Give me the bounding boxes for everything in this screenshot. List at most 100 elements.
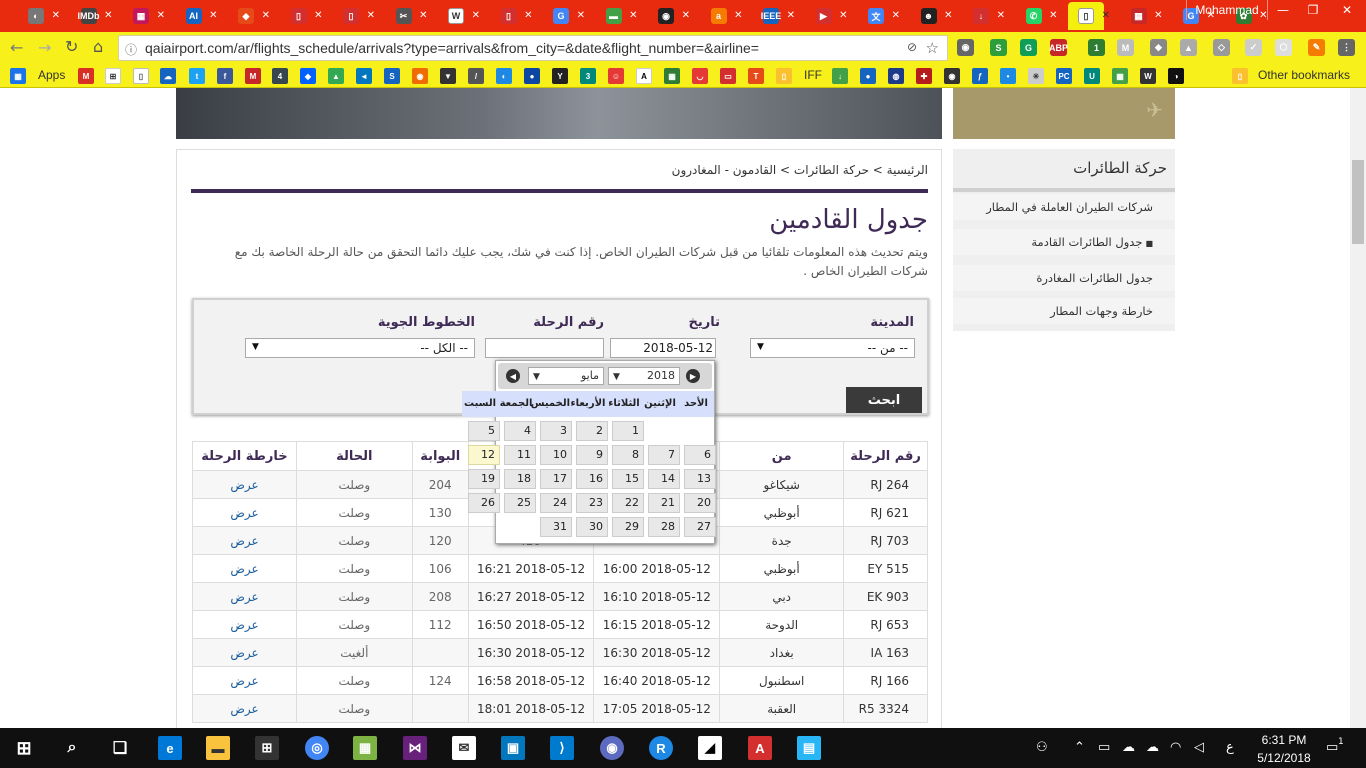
calendar-day[interactable]: 4: [504, 421, 536, 441]
calendar-day[interactable]: 28: [648, 517, 680, 537]
calendar-day[interactable]: 17: [540, 469, 572, 489]
bookmark-apps[interactable]: Apps: [38, 68, 65, 82]
store-icon[interactable]: ⊞: [255, 736, 279, 760]
drive-icon[interactable]: ▲: [328, 68, 344, 84]
chevron-up-icon[interactable]: ⌃: [1074, 740, 1085, 755]
extension-icon[interactable]: ✎: [1308, 39, 1325, 56]
clock[interactable]: 6:31 PM 5/12/2018: [1248, 731, 1320, 767]
calendar-day[interactable]: 30: [576, 517, 608, 537]
browser-tab[interactable]: ▯ ✕: [281, 2, 323, 30]
blocked-popup-icon[interactable]: ⊘: [907, 40, 917, 54]
map-link[interactable]: عرض: [192, 694, 297, 723]
browser-tab[interactable]: ▯ ✕: [491, 2, 533, 30]
browser-tab[interactable]: ▬ ✕: [596, 2, 638, 30]
start-icon[interactable]: ⊞: [12, 736, 36, 760]
battery-icon[interactable]: ▭: [1098, 740, 1110, 755]
page-icon[interactable]: ▯: [133, 68, 149, 84]
extension-icon[interactable]: ⬡: [1275, 39, 1292, 56]
extension-icon[interactable]: ✓: [1245, 39, 1262, 56]
calendar-day[interactable]: 11: [504, 445, 536, 465]
bookmark-icon[interactable]: PC: [1056, 68, 1072, 84]
bookmark-icon[interactable]: ✳: [1028, 68, 1044, 84]
bookmark-iff[interactable]: IFF: [804, 68, 822, 82]
close-tab-icon[interactable]: ✕: [367, 10, 375, 21]
app-icon[interactable]: ◢: [698, 736, 722, 760]
dropbox-icon[interactable]: ◆: [300, 68, 316, 84]
browser-tab[interactable]: ☻ ✕: [911, 2, 953, 30]
close-tab-icon[interactable]: ✕: [682, 10, 690, 21]
twitter-icon[interactable]: t: [189, 68, 205, 84]
close-tab-icon[interactable]: ✕: [314, 10, 322, 21]
home-icon[interactable]: ⌂: [93, 37, 103, 56]
map-link[interactable]: عرض: [192, 582, 297, 611]
extension-icon[interactable]: M: [1117, 39, 1134, 56]
task-view-icon[interactable]: ❏: [108, 736, 132, 760]
calendar-day[interactable]: 14: [648, 469, 680, 489]
map-link[interactable]: عرض: [192, 610, 297, 639]
extension-icon[interactable]: G: [1020, 39, 1037, 56]
prev-month-icon[interactable]: ◀: [506, 369, 520, 383]
year-select[interactable]: 2018 ▼: [608, 367, 680, 385]
search-icon[interactable]: ⌕: [60, 736, 84, 760]
notification-icon[interactable]: ▭: [1326, 740, 1338, 755]
scrollbar-thumb[interactable]: [1352, 160, 1364, 244]
bookmark-icon[interactable]: ↓: [832, 68, 848, 84]
close-tab-icon[interactable]: ✕: [104, 10, 112, 21]
app-icon[interactable]: ◉: [600, 736, 624, 760]
wifi-icon[interactable]: ◠: [1170, 740, 1181, 755]
calendar-day[interactable]: 22: [612, 493, 644, 513]
browser-tab[interactable]: ▶ ✕: [806, 2, 848, 30]
bookmark-icon[interactable]: M: [245, 68, 261, 84]
calendar-day[interactable]: 9: [576, 445, 608, 465]
bookmark-icon[interactable]: ◉: [412, 68, 428, 84]
browser-tab[interactable]: ▯ ✕: [1068, 2, 1110, 30]
bookmark-icon[interactable]: ◡: [692, 68, 708, 84]
calendar-day[interactable]: 13: [684, 469, 716, 489]
calendar-day[interactable]: 6: [684, 445, 716, 465]
language-indicator[interactable]: ع: [1226, 740, 1234, 755]
next-month-icon[interactable]: ▶: [686, 369, 700, 383]
edge-icon[interactable]: e: [158, 736, 182, 760]
bookmark-icon[interactable]: ●: [524, 68, 540, 84]
calendar-day[interactable]: 20: [684, 493, 716, 513]
sidebar-item-arrivals[interactable]: ■جدول الطائرات القادمة: [953, 229, 1175, 255]
browser-tab[interactable]: ▯ ✕: [333, 2, 375, 30]
app-icon[interactable]: ▤: [797, 736, 821, 760]
calendar-day[interactable]: 29: [612, 517, 644, 537]
close-tab-icon[interactable]: ✕: [262, 10, 270, 21]
adblock-icon[interactable]: ABP: [1049, 39, 1068, 56]
close-tab-icon[interactable]: ✕: [997, 10, 1005, 21]
close-tab-icon[interactable]: ✕: [892, 10, 900, 21]
calendar-day[interactable]: 31: [540, 517, 572, 537]
close-tab-icon[interactable]: ✕: [472, 10, 480, 21]
vscode-icon[interactable]: ⟩: [550, 736, 574, 760]
profile-button[interactable]: Mohammad: [1186, 0, 1268, 20]
cloud-icon[interactable]: ☁: [160, 68, 176, 84]
bookmark-icon[interactable]: ◐: [496, 68, 512, 84]
close-tab-icon[interactable]: ✕: [734, 10, 742, 21]
bookmark-icon[interactable]: /: [468, 68, 484, 84]
sidebar-item-airlines[interactable]: شركات الطيران العاملة في المطار: [953, 194, 1175, 220]
mail-icon[interactable]: ✉: [452, 736, 476, 760]
bookmark-icon[interactable]: W: [1140, 68, 1156, 84]
close-tab-icon[interactable]: ✕: [1154, 10, 1162, 21]
browser-tab[interactable]: AI ✕: [176, 2, 218, 30]
bookmark-icon[interactable]: 3: [580, 68, 596, 84]
bookmark-icon[interactable]: ✚: [916, 68, 932, 84]
calendar-day[interactable]: 27: [684, 517, 716, 537]
extension-icon[interactable]: ▲: [1180, 39, 1197, 56]
bookmark-icon[interactable]: A: [636, 68, 652, 84]
back-icon[interactable]: ←: [10, 38, 23, 57]
close-tab-icon[interactable]: ✕: [1049, 10, 1057, 21]
calendar-day[interactable]: 1: [612, 421, 644, 441]
bookmark-star-icon[interactable]: ☆: [926, 39, 939, 57]
bookmark-icon[interactable]: 4: [272, 68, 288, 84]
city-select[interactable]: -- من -- ▼: [750, 338, 915, 358]
calendar-day[interactable]: 25: [504, 493, 536, 513]
browser-tab[interactable]: IEEE ✕: [753, 2, 795, 30]
browser-tab[interactable]: ◐ ✕: [18, 2, 60, 30]
bookmark-icon[interactable]: Y: [552, 68, 568, 84]
cloud-icon[interactable]: ☁: [1146, 740, 1159, 755]
bookmark-icon[interactable]: ●: [860, 68, 876, 84]
date-input[interactable]: 2018-05-12: [610, 338, 716, 358]
